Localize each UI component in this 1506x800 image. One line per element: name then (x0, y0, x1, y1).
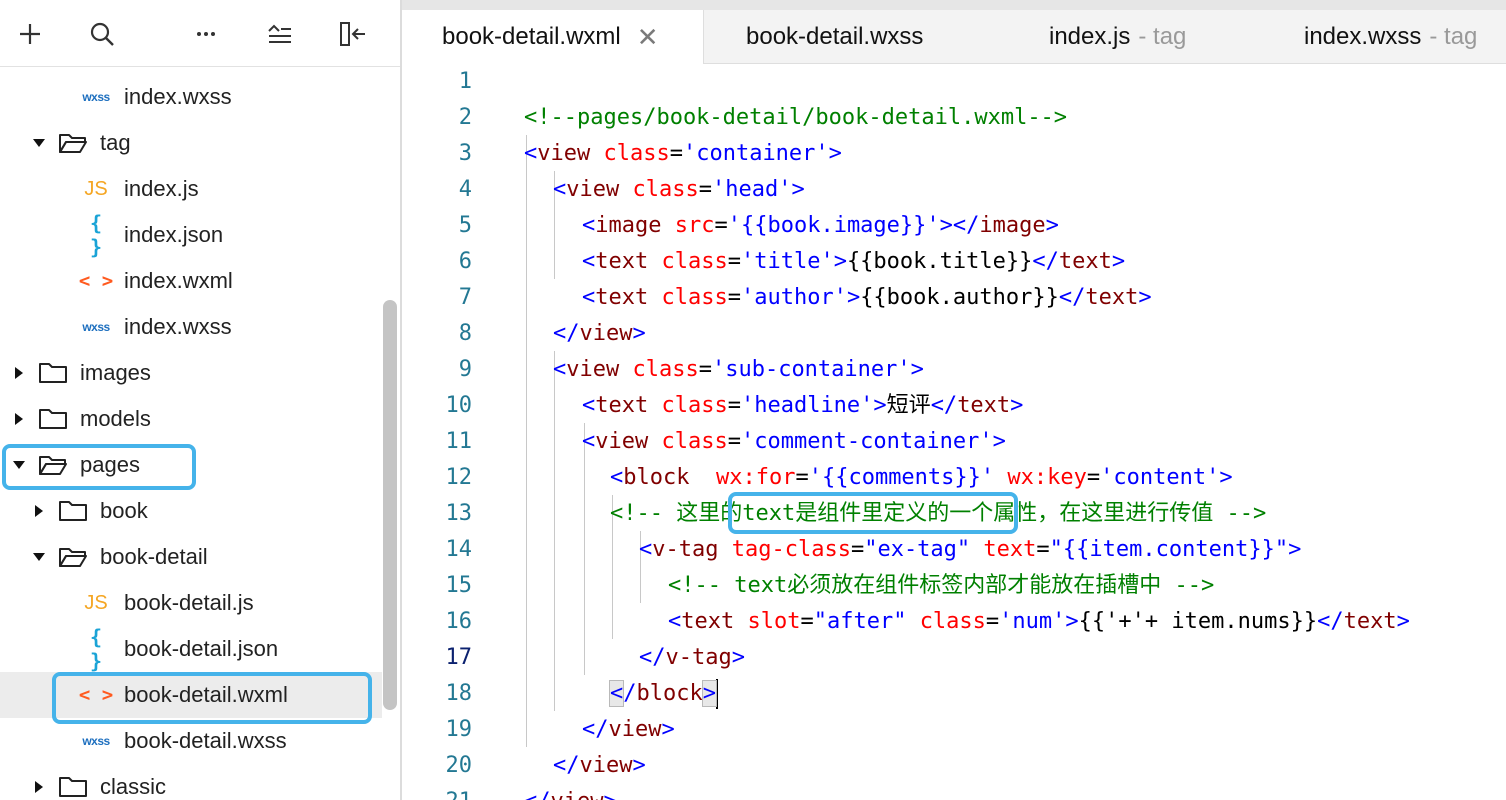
caret-right-icon[interactable] (8, 408, 30, 430)
tree-item-label: index.wxml (124, 268, 233, 293)
tree-item-label: book-detail.js (124, 590, 254, 615)
tree-item-index-js[interactable]: JS index.js (0, 166, 382, 212)
hide-sidebar-icon[interactable] (334, 14, 374, 54)
code-line-4: <image src='{{book.image}}'></image> (402, 172, 1506, 238)
caret-right-icon[interactable] (28, 776, 50, 798)
tab-index-js[interactable]: index.js - tag (1008, 10, 1248, 64)
caret-right-icon[interactable] (28, 500, 50, 522)
plus-icon[interactable] (10, 14, 50, 54)
tree-item-label: index.js (124, 176, 199, 201)
tree-item-label: index.json (124, 222, 224, 247)
tree-item-label: index.wxss (124, 84, 232, 109)
tab-sublabel: - tag (1429, 23, 1478, 50)
folder-open-icon (58, 545, 88, 569)
tree-item-tag[interactable]: tag (0, 120, 382, 166)
js-file-icon: JS (84, 177, 108, 200)
highlight-box-tag-class (728, 492, 1018, 534)
tree-item-label: book-detail.wxss (124, 728, 287, 753)
highlight-box-selected-file (52, 672, 372, 724)
code-content: </view> (524, 784, 617, 800)
caret-down-icon[interactable] (28, 132, 50, 154)
folder-icon (38, 361, 68, 385)
tab-label: book-detail.wxss (746, 23, 924, 50)
tab-label: index.js (1049, 23, 1131, 50)
highlight-box-pages (2, 444, 196, 490)
tree-item-label: book-detail (100, 544, 208, 569)
tree-item-book[interactable]: book (0, 488, 382, 534)
folder-icon (58, 775, 88, 799)
tree-item-index-wxss[interactable]: wxss index.wxss (0, 304, 382, 350)
code-line-18: </view> (402, 676, 1506, 742)
tree-item-label: models (80, 406, 151, 431)
tree-item-index-json[interactable]: { } index.json (0, 211, 382, 259)
code-line-8: <view class='sub-container'> (402, 316, 1506, 382)
tree-item-label: images (80, 360, 151, 385)
explorer-toolbar (0, 0, 400, 67)
tree-item-label: book-detail.json (124, 636, 279, 661)
tag-name: view (551, 789, 604, 800)
code-editor[interactable]: 123456789101112131415161718192021 <!--pa… (402, 64, 1506, 800)
code-line-7: </view> (402, 280, 1506, 346)
wxss-file-icon: wxss (82, 734, 110, 748)
tree-item-index-wxss[interactable]: wxss index.wxss (0, 74, 382, 120)
tab-label: book-detail.wxml (442, 23, 621, 50)
code-line-17: </block> (402, 640, 1506, 709)
tree-item-classic[interactable]: classic (0, 764, 382, 800)
js-file-icon: JS (84, 591, 108, 614)
file-explorer: wxss index.wxss tag JS index.js { } index.json… (0, 0, 400, 800)
tree-item-models[interactable]: models (0, 396, 382, 442)
tree-item-images[interactable]: images (0, 350, 382, 396)
tree-item-label: index.wxss (124, 314, 232, 339)
code-line-20: </view> (402, 748, 1506, 800)
tree-item-label: tag (100, 130, 131, 155)
code-line-10: <view class='comment-container'> (402, 388, 1506, 454)
folder-icon (58, 499, 88, 523)
tree-item-book-detail[interactable]: book-detail (0, 534, 382, 580)
code-line-2: <view class='container'> (402, 100, 1506, 166)
json-file-icon: { } (89, 211, 103, 259)
tree-item-book-detail-json[interactable]: { } book-detail.json (0, 625, 382, 673)
collapse-all-icon[interactable] (260, 14, 300, 54)
tree-item-book-detail-wxss[interactable]: wxss book-detail.wxss (0, 718, 382, 764)
code-line-19: </view> (402, 712, 1506, 778)
caret-down-icon[interactable] (28, 546, 50, 568)
code-line-11: <block wx:for='{{comments}}' wx:key='con… (402, 424, 1506, 490)
json-file-icon: { } (89, 625, 103, 673)
tree-item-label: classic (100, 774, 167, 799)
code-line-9: <text class='headline'>短评</text> (402, 352, 1506, 418)
code-line-14: <!-- text必须放在组件标签内部才能放在插槽中 --> (402, 532, 1506, 598)
caret-right-icon[interactable] (8, 362, 30, 384)
code-line-5: <text class='title'>{{book.title}}</text… (402, 208, 1506, 274)
close-icon[interactable]: ✕ (637, 22, 659, 53)
tree-item-index-wxml[interactable]: < > index.wxml (0, 258, 382, 304)
wxml-file-icon: < > (78, 270, 114, 292)
wxss-file-icon: wxss (82, 320, 110, 334)
code-line-16: </v-tag> (402, 604, 1506, 670)
tab-book-detail-wxml[interactable]: book-detail.wxml ✕ (402, 10, 704, 64)
tab-book-detail-wxss[interactable]: book-detail.wxss (704, 10, 984, 64)
code-line-12: <!-- 这里的text是组件里定义的一个属性，在这里进行传值 --> (402, 460, 1506, 526)
tab-sublabel: - tag (1138, 23, 1187, 50)
code-line-6: <text class='author'>{{book.author}}</te… (402, 244, 1506, 310)
code-line-1: <!--pages/book-detail/book-detail.wxml--… (402, 64, 1506, 130)
code-line-15: <text slot="after" class='num'>{{'+'+ it… (402, 568, 1506, 634)
folder-open-icon (58, 131, 88, 155)
tab-index-wxss[interactable]: index.wxss - tag (1262, 10, 1506, 64)
wxss-file-icon: wxss (82, 90, 110, 104)
tab-bar-top-strip (402, 0, 1506, 10)
tree-item-book-detail-js[interactable]: JS book-detail.js (0, 580, 382, 626)
more-icon[interactable] (186, 14, 226, 54)
explorer-scrollbar[interactable] (383, 300, 397, 710)
bracket: </ (524, 789, 551, 800)
bracket: > (603, 789, 616, 800)
folder-icon (38, 407, 68, 431)
code-line-3: <view class='head'> (402, 136, 1506, 202)
tab-label: index.wxss (1304, 23, 1422, 50)
search-icon[interactable] (82, 14, 122, 54)
tree-item-label: book (100, 498, 148, 523)
